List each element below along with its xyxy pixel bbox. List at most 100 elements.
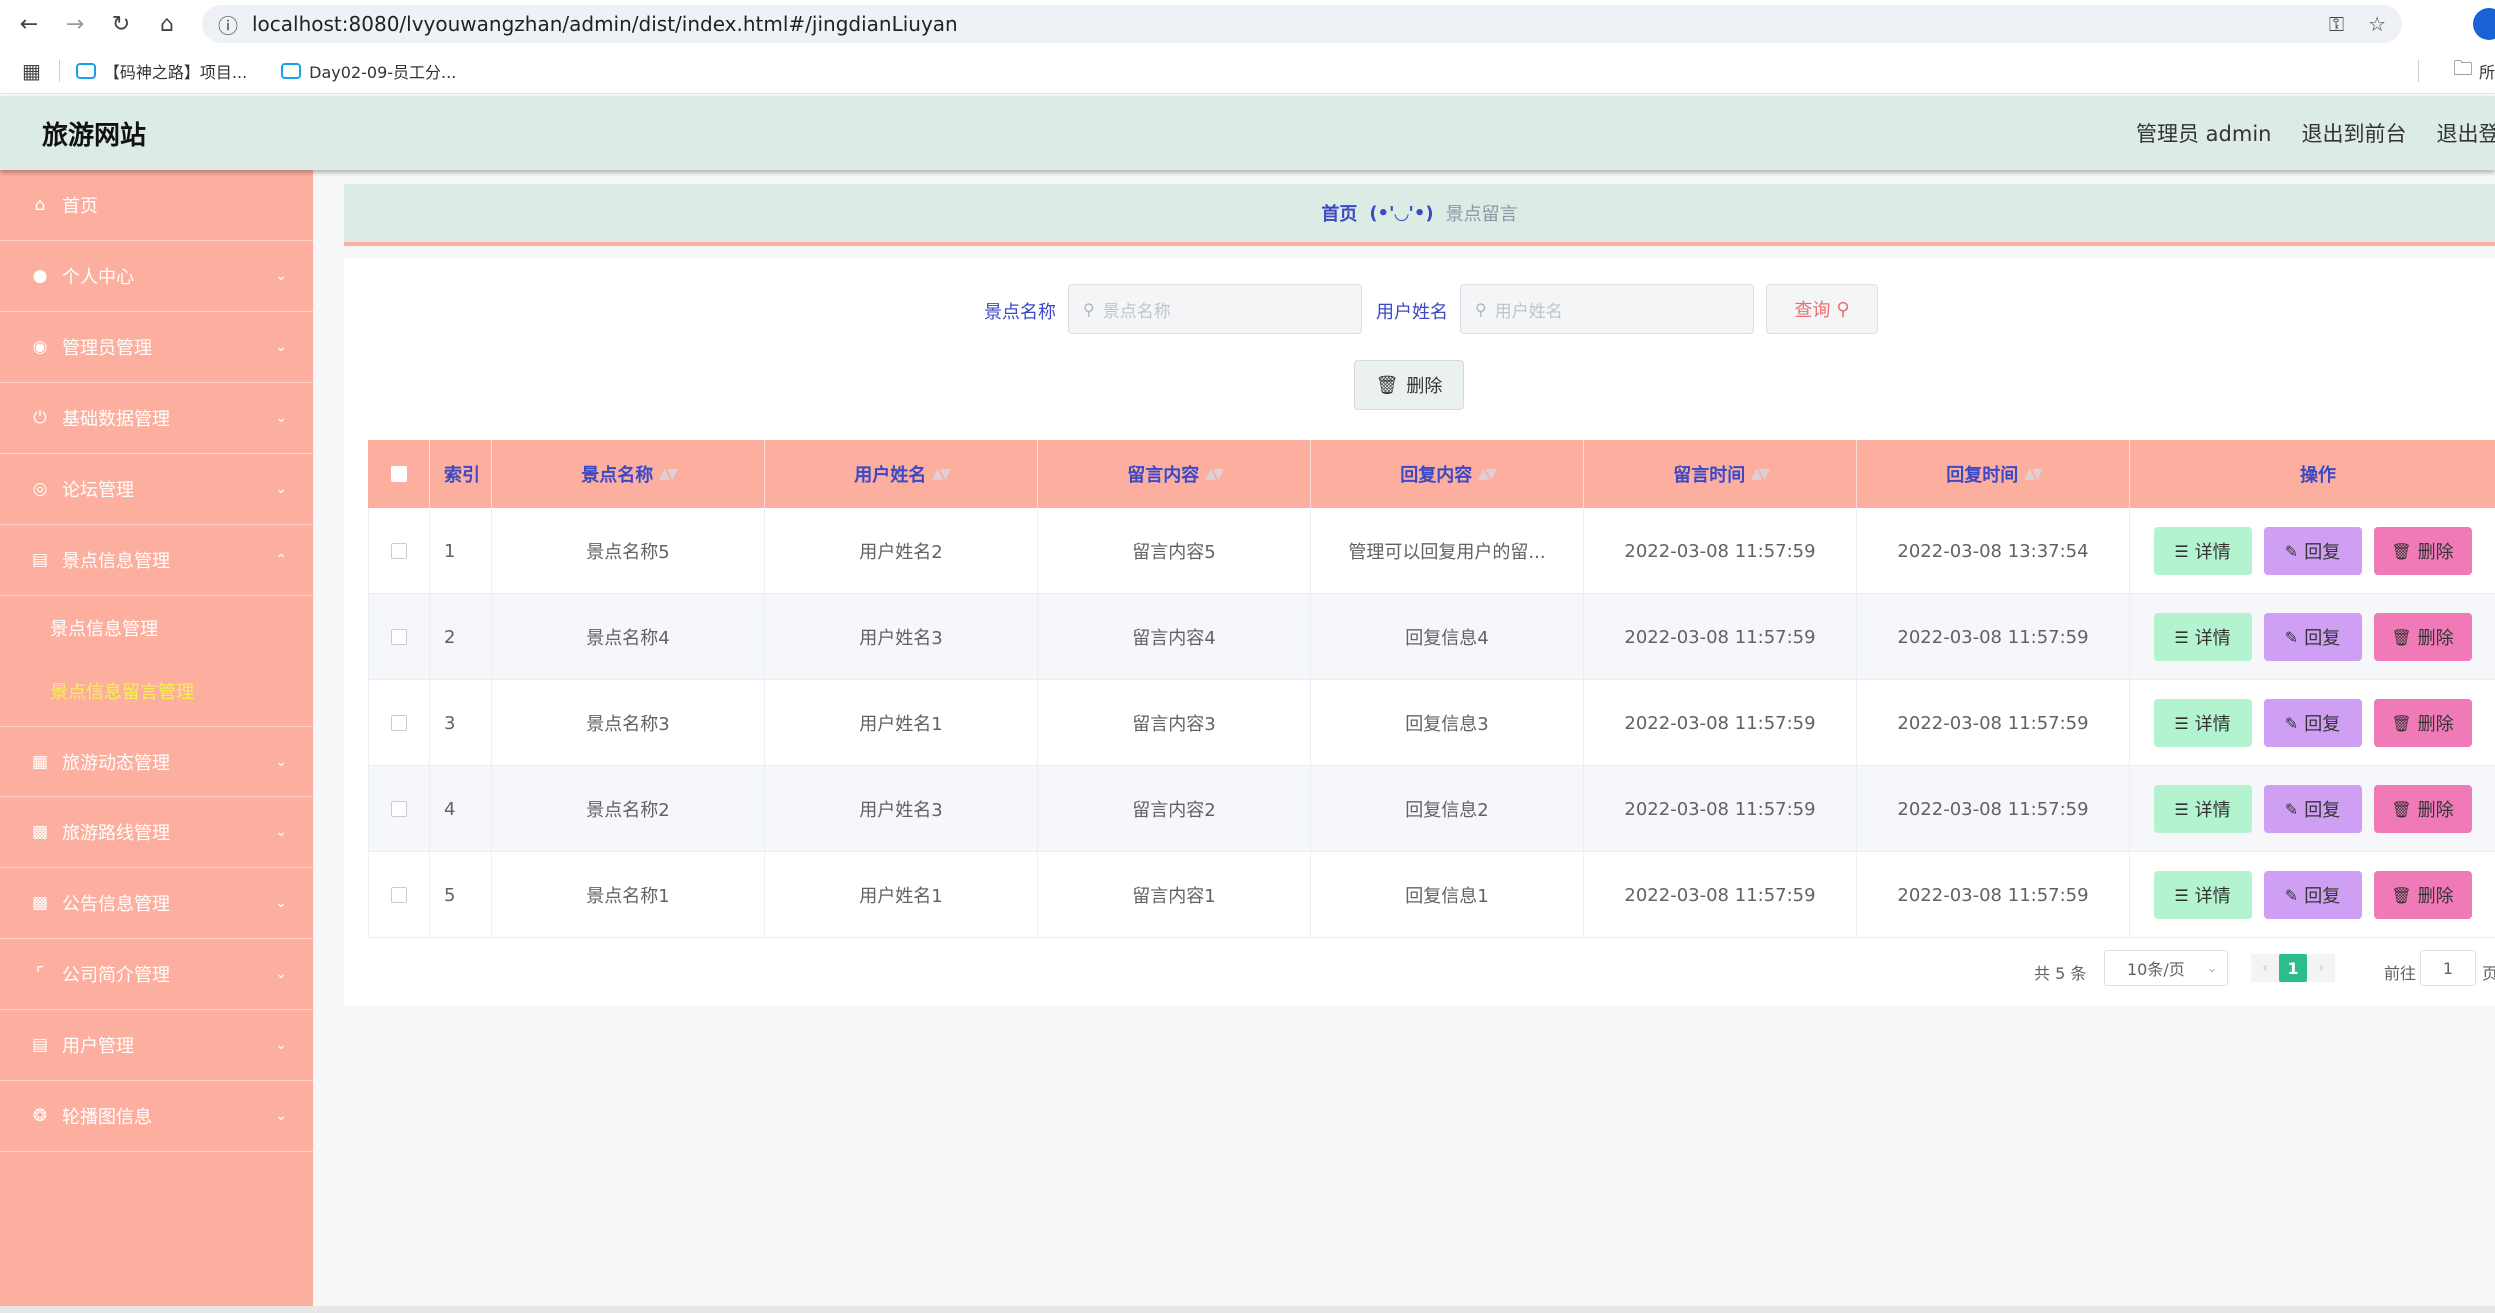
prev-page-icon[interactable]: ‹ [2251, 954, 2279, 982]
table-row: 2 景点名称4 用户姓名3 留言内容4 回复信息4 2022-03-08 11:57:59… [368, 594, 2495, 680]
table-row: 1 景点名称5 用户姓名2 留言内容5 管理可以回复用户的留... 2022-03-08 … [368, 508, 2495, 594]
column-header-reply-time[interactable]: 回复时间 ▲▼ [1857, 440, 2130, 508]
profile-avatar-icon[interactable] [2473, 8, 2495, 40]
column-header-message-time[interactable]: 留言时间 ▲▼ [1584, 440, 1857, 508]
sidebar-item-forum[interactable]: ◎ 论坛管理 ⌄ [0, 454, 313, 525]
detail-button[interactable]: ☰ 详情 [2153, 699, 2252, 747]
search-icon: ⚲ [1083, 299, 1095, 319]
delete-button[interactable]: 🗑 删除 [2373, 871, 2472, 919]
column-header-scenic-name[interactable]: 景点名称 ▲▼ [492, 440, 765, 508]
sidebar-item-announcements[interactable]: ▩ 公告信息管理 ⌄ [0, 868, 313, 939]
row-checkbox[interactable] [391, 887, 407, 903]
sidebar-item-travel-news[interactable]: ▦ 旅游动态管理 ⌄ [0, 726, 313, 797]
cell-message-content: 留言内容1 [1038, 852, 1311, 938]
sort-caret-icon[interactable]: ▲▼ [1205, 466, 1223, 482]
sort-caret-icon[interactable]: ▲▼ [1478, 466, 1496, 482]
sort-caret-icon[interactable]: ▲▼ [1751, 466, 1769, 482]
address-bar[interactable]: ⓘ localhost:8080/lvyouwangzhan/admin/dis… [202, 5, 2402, 43]
user-name-label: 用户姓名 [1376, 302, 1448, 323]
sort-caret-icon[interactable]: ▲▼ [659, 466, 677, 482]
cell-user-name: 用户姓名1 [765, 680, 1038, 766]
row-checkbox[interactable] [391, 715, 407, 731]
goto-page-input[interactable]: 1 [2420, 950, 2476, 986]
column-header-message-content[interactable]: 留言内容 ▲▼ [1038, 440, 1311, 508]
reply-button[interactable]: ✎ 回复 [2263, 871, 2362, 919]
home-icon[interactable]: ⌂ [144, 0, 190, 48]
pagination: 共 5 条 10条/页 ⌄ ‹ 1 › 前往 1 页 [344, 950, 2495, 990]
site-info-icon[interactable]: ⓘ [218, 10, 238, 39]
sort-caret-icon[interactable]: ▲▼ [932, 466, 950, 482]
sidebar-item-user-management[interactable]: ▤ 用户管理 ⌄ [0, 1010, 313, 1081]
bookmark-item[interactable]: Day02-09-员工分... [281, 59, 456, 83]
sidebar-item-home[interactable]: ⌂ 首页 [0, 170, 313, 241]
scenic-name-input[interactable]: ⚲ 景点名称 [1068, 284, 1362, 334]
delete-button[interactable]: 🗑 删除 [2373, 785, 2472, 833]
detail-button[interactable]: ☰ 详情 [2153, 785, 2252, 833]
sidebar-item-travel-routes[interactable]: ▩ 旅游路线管理 ⌄ [0, 797, 313, 868]
bar-chart-icon: ▩ [31, 893, 49, 913]
sort-caret-icon[interactable]: ▲▼ [2024, 466, 2042, 482]
search-form: 景点名称 ⚲ 景点名称 用户姓名 ⚲ 用户姓名 查询 ⚲ [344, 284, 2495, 336]
batch-delete-button[interactable]: 🗑 删除 [1354, 360, 1464, 410]
sidebar-item-personal-center[interactable]: ● 个人中心 ⌄ [0, 241, 313, 312]
folder-icon[interactable]: 🗀 [2453, 54, 2473, 88]
reload-icon[interactable]: ↻ [98, 0, 144, 48]
user-icon: ● [32, 266, 48, 286]
row-checkbox[interactable] [391, 543, 407, 559]
document-icon: ☰ [2174, 713, 2189, 733]
apps-grid-icon[interactable]: ▦ [22, 59, 41, 83]
detail-button[interactable]: ☰ 详情 [2153, 527, 2252, 575]
reply-button[interactable]: ✎ 回复 [2263, 785, 2362, 833]
sidebar-subitem-scenic-messages[interactable]: 景点信息留言管理 [0, 659, 313, 722]
sidebar-item-carousel[interactable]: ❂ 轮播图信息 ⌄ [0, 1081, 313, 1152]
password-key-icon[interactable]: ⚿ [2329, 12, 2344, 36]
sidebar-item-basic-data[interactable]: ⏻ 基础数据管理 ⌄ [0, 383, 313, 454]
reply-button[interactable]: ✎ 回复 [2263, 613, 2362, 661]
sidebar-subitem-scenic-info[interactable]: 景点信息管理 [0, 596, 313, 659]
exit-to-front-link[interactable]: 退出到前台 [2301, 118, 2406, 148]
cell-scenic-name: 景点名称3 [492, 680, 765, 766]
logout-link[interactable]: 退出登录 [2436, 118, 2495, 148]
column-header-user-name[interactable]: 用户姓名 ▲▼ [765, 440, 1038, 508]
select-all-checkbox[interactable] [390, 466, 407, 482]
forward-arrow-icon[interactable]: → [52, 0, 98, 48]
bookmark-star-icon[interactable]: ☆ [2368, 12, 2386, 36]
back-arrow-icon[interactable]: ← [6, 0, 52, 48]
page-number-current[interactable]: 1 [2279, 954, 2307, 982]
delete-button[interactable]: 🗑 删除 [2373, 699, 2472, 747]
breadcrumb-home[interactable]: 首页 [1321, 200, 1357, 226]
cell-actions: ☰ 详情 ✎ 回复 🗑 删除 [2130, 508, 2495, 594]
sidebar-item-admin-management[interactable]: ◉ 管理员管理 ⌄ [0, 312, 313, 383]
trash-icon: 🗑 [2391, 713, 2412, 733]
row-checkbox[interactable] [391, 629, 407, 645]
query-button[interactable]: 查询 ⚲ [1766, 284, 1878, 334]
cell-message-content: 留言内容4 [1038, 594, 1311, 680]
column-header-reply-content[interactable]: 回复内容 ▲▼ [1311, 440, 1584, 508]
cell-message-content: 留言内容5 [1038, 508, 1311, 594]
delete-button[interactable]: 🗑 删除 [2373, 527, 2472, 575]
detail-button[interactable]: ☰ 详情 [2153, 871, 2252, 919]
delete-button[interactable]: 🗑 删除 [2373, 613, 2472, 661]
sidebar-item-scenic-info[interactable]: ▤ 景点信息管理 ⌃ [0, 525, 313, 596]
all-bookmarks-label[interactable]: 所 [2479, 59, 2495, 83]
site-title: 旅游网站 [42, 120, 147, 151]
cell-actions: ☰ 详情 ✎ 回复 🗑 删除 [2130, 594, 2495, 680]
cell-index: 3 [430, 680, 492, 766]
app-header: 旅游网站 管理员 admin 退出到前台 退出登录 [0, 96, 2495, 170]
cell-message-content: 留言内容3 [1038, 680, 1311, 766]
trash-icon: 🗑 [2391, 627, 2412, 647]
reply-button[interactable]: ✎ 回复 [2263, 699, 2362, 747]
cell-index: 4 [430, 766, 492, 852]
next-page-icon[interactable]: › [2307, 954, 2335, 982]
chevron-down-icon: ⌄ [275, 339, 287, 355]
reply-button[interactable]: ✎ 回复 [2263, 527, 2362, 575]
row-checkbox[interactable] [391, 801, 407, 817]
page-suffix-label: 页 [2482, 964, 2495, 983]
bookmark-item[interactable]: 【码神之路】项目... [75, 59, 247, 83]
user-name-input[interactable]: ⚲ 用户姓名 [1460, 284, 1754, 334]
page-size-select[interactable]: 10条/页 ⌄ [2104, 950, 2228, 986]
sidebar-item-company-intro[interactable]: ⌜ 公司简介管理 ⌄ [0, 939, 313, 1010]
detail-button[interactable]: ☰ 详情 [2153, 613, 2252, 661]
chevron-down-icon: ⌄ [275, 895, 287, 911]
trash-icon: 🗑 [2391, 885, 2412, 905]
